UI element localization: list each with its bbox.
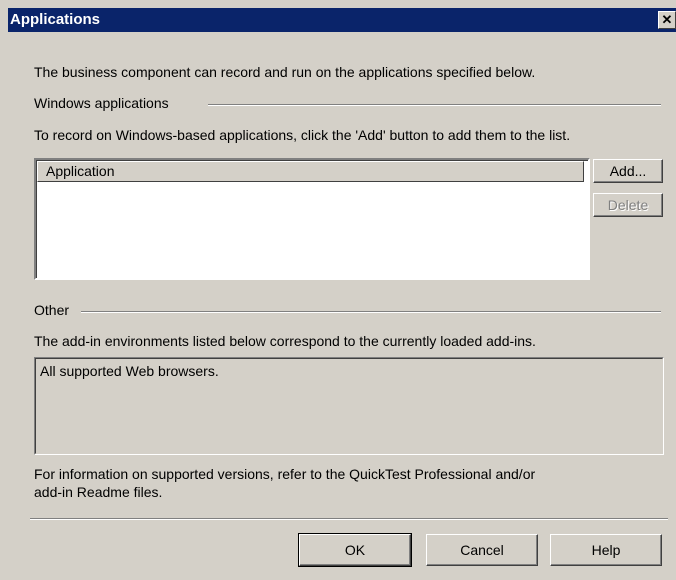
windows-applications-list[interactable]: Application <box>34 158 590 280</box>
close-button[interactable]: ✕ <box>658 11 676 29</box>
list-item: All supported Web browsers. <box>40 363 219 379</box>
windows-instructions: To record on Windows-based applications,… <box>34 127 571 143</box>
applications-dialog: Applications ✕ The business component ca… <box>0 0 676 580</box>
windows-group-divider <box>208 104 661 106</box>
other-group-label: Other <box>34 302 70 318</box>
other-description: The add-in environments listed below cor… <box>34 333 536 349</box>
dialog-title: Applications <box>10 11 101 28</box>
delete-button[interactable]: Delete <box>593 193 663 217</box>
other-group-divider <box>81 311 661 313</box>
intro-text: The business component can record and ru… <box>34 64 536 80</box>
title-bar[interactable]: Applications ✕ <box>8 8 676 32</box>
windows-group-label: Windows applications <box>34 95 169 111</box>
add-button[interactable]: Add... <box>593 159 663 183</box>
column-header-application[interactable]: Application <box>37 161 584 182</box>
cancel-button[interactable]: Cancel <box>426 534 538 566</box>
add-in-environments-list: All supported Web browsers. <box>34 357 664 455</box>
help-button[interactable]: Help <box>550 534 662 566</box>
footer-note-line1: For information on supported versions, r… <box>34 466 536 482</box>
footer-note-line2: add-in Readme files. <box>34 484 163 500</box>
ok-button[interactable]: OK <box>298 533 412 567</box>
close-icon: ✕ <box>661 12 673 27</box>
footer-separator <box>30 518 668 520</box>
